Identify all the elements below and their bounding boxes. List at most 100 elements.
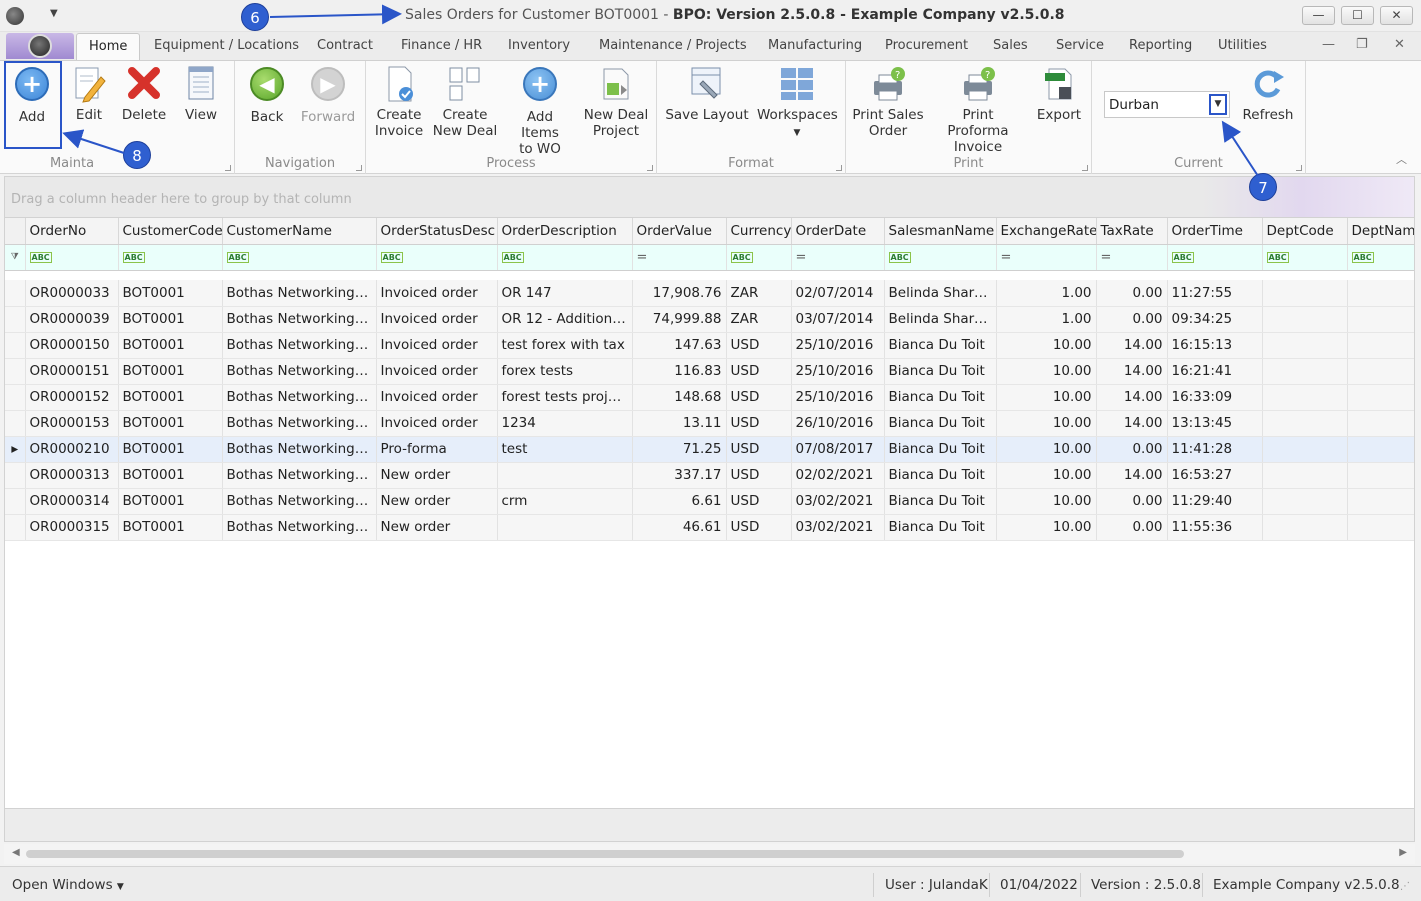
cell-deptname[interactable] [1347, 332, 1414, 359]
row-indicator-icon[interactable]: ▸ [5, 436, 26, 463]
cell-orderstatusdesc[interactable]: New order [376, 488, 498, 515]
cell-salesmanname[interactable]: Bianca Du Toit [884, 514, 997, 541]
cell-orderstatusdesc[interactable]: Invoiced order [376, 358, 498, 385]
cell-taxrate[interactable]: 0.00 [1096, 280, 1168, 307]
scroll-right-icon[interactable]: ▶ [1399, 847, 1407, 858]
column-header-customercode[interactable]: CustomerCode [118, 218, 223, 245]
cell-orderstatusdesc[interactable]: New order [376, 514, 498, 541]
cell-orderdate[interactable]: 02/07/2014 [791, 280, 885, 307]
cell-ordervalue[interactable]: 148.68 [632, 384, 727, 411]
cell-exchangerate[interactable]: 10.00 [996, 514, 1097, 541]
tab-home[interactable]: Home [76, 33, 141, 61]
cell-orderdate[interactable]: 03/02/2021 [791, 488, 885, 515]
cell-currency[interactable]: ZAR [726, 306, 792, 333]
cell-currency[interactable]: USD [726, 488, 792, 515]
cell-customercode[interactable]: BOT0001 [118, 332, 223, 359]
cell-orderdate[interactable]: 02/02/2021 [791, 462, 885, 489]
row-indicator[interactable] [5, 514, 26, 541]
cell-customercode[interactable]: BOT0001 [118, 410, 223, 437]
column-header-orderno[interactable]: OrderNo [25, 218, 119, 245]
row-indicator[interactable] [5, 488, 26, 515]
cell-customercode[interactable]: BOT0001 [118, 280, 223, 307]
cell-ordervalue[interactable]: 71.25 [632, 436, 727, 463]
tab-utilities[interactable]: Utilities [1218, 38, 1267, 53]
cell-orderdate[interactable]: 07/08/2017 [791, 436, 885, 463]
table-row[interactable]: OR0000314 BOT0001 Bothas Networking inc New… [5, 488, 1414, 515]
save-layout-button[interactable]: Save Layout [665, 65, 749, 123]
row-indicator[interactable] [5, 410, 26, 437]
table-row[interactable]: OR0000150 BOT0001 Bothas Networking inc Inv… [5, 332, 1414, 359]
format-launcher-icon[interactable] [836, 165, 842, 171]
back-button[interactable]: ◀ Back [243, 65, 291, 125]
open-windows-button[interactable]: Open Windows ▼ [12, 877, 124, 893]
cell-orderdate[interactable]: 26/10/2016 [791, 410, 885, 437]
column-header-customername[interactable]: CustomerName [222, 218, 377, 245]
table-row[interactable]: OR0000033 BOT0001 Bothas Networking inc Inv… [5, 280, 1414, 307]
cell-exchangerate[interactable]: 10.00 [996, 488, 1097, 515]
cell-orderstatusdesc[interactable]: Invoiced order [376, 306, 498, 333]
cell-orderdate[interactable]: 03/02/2021 [791, 514, 885, 541]
cell-customercode[interactable]: BOT0001 [118, 436, 223, 463]
cell-salesmanname[interactable]: Bianca Du Toit [884, 462, 997, 489]
cell-orderstatusdesc[interactable]: Invoiced order [376, 280, 498, 307]
filter-cell-currency[interactable]: ABC [726, 244, 792, 271]
cell-orderdate[interactable]: 25/10/2016 [791, 384, 885, 411]
cell-exchangerate[interactable]: 10.00 [996, 462, 1097, 489]
mdi-restore-icon[interactable]: ❐ [1356, 37, 1368, 52]
filter-cell-orderstatusdesc[interactable]: ABC [376, 244, 498, 271]
cell-customername[interactable]: Bothas Networking inc [222, 384, 377, 411]
row-indicator[interactable] [5, 384, 26, 411]
cell-customercode[interactable]: BOT0001 [118, 358, 223, 385]
column-header-currency[interactable]: Currency [726, 218, 792, 245]
table-row[interactable]: OR0000039 BOT0001 Bothas Networking inc Inv… [5, 306, 1414, 333]
cell-customername[interactable]: Bothas Networking inc [222, 306, 377, 333]
cell-orderdescription[interactable] [497, 514, 633, 541]
cell-orderno[interactable]: OR0000315 [25, 514, 119, 541]
scrollbar-thumb[interactable] [26, 850, 1184, 858]
cell-deptcode[interactable] [1262, 410, 1348, 437]
cell-ordertime[interactable]: 16:21:41 [1167, 358, 1263, 385]
column-header-orderdescription[interactable]: OrderDescription [497, 218, 633, 245]
cell-orderno[interactable]: OR0000151 [25, 358, 119, 385]
cell-deptname[interactable] [1347, 384, 1414, 411]
filter-cell-deptname[interactable]: ABC [1347, 244, 1414, 271]
column-header-ordervalue[interactable]: OrderValue [632, 218, 727, 245]
navigation-launcher-icon[interactable] [356, 165, 362, 171]
tab-procurement[interactable]: Procurement [885, 38, 968, 53]
cell-taxrate[interactable]: 14.00 [1096, 332, 1168, 359]
cell-ordertime[interactable]: 11:41:28 [1167, 436, 1263, 463]
cell-salesmanname[interactable]: Bianca Du Toit [884, 358, 997, 385]
cell-taxrate[interactable]: 0.00 [1096, 488, 1168, 515]
cell-ordervalue[interactable]: 337.17 [632, 462, 727, 489]
cell-ordervalue[interactable]: 147.63 [632, 332, 727, 359]
table-row[interactable]: OR0000153 BOT0001 Bothas Networking inc Inv… [5, 410, 1414, 437]
cell-salesmanname[interactable]: Belinda Sharman [884, 280, 997, 307]
cell-ordertime[interactable]: 09:34:25 [1167, 306, 1263, 333]
cell-orderdate[interactable]: 03/07/2014 [791, 306, 885, 333]
cell-deptname[interactable] [1347, 280, 1414, 307]
delete-button[interactable]: Delete [120, 65, 168, 123]
horizontal-scrollbar[interactable]: ◀ ▶ [4, 844, 1415, 864]
tab-inventory[interactable]: Inventory [508, 38, 570, 53]
cell-taxrate[interactable]: 0.00 [1096, 306, 1168, 333]
cell-deptcode[interactable] [1262, 358, 1348, 385]
cell-orderstatusdesc[interactable]: Pro-forma [376, 436, 498, 463]
new-deal-project-button[interactable]: New Deal Project [582, 65, 650, 139]
filter-cell-taxrate[interactable]: = [1096, 244, 1168, 271]
tab-manufacturing[interactable]: Manufacturing [768, 38, 862, 53]
cell-orderdescription[interactable] [497, 462, 633, 489]
cell-taxrate[interactable]: 14.00 [1096, 462, 1168, 489]
column-header-salesmanname[interactable]: SalesmanName [884, 218, 997, 245]
cell-customername[interactable]: Bothas Networking inc [222, 358, 377, 385]
current-launcher-icon[interactable] [1296, 165, 1302, 171]
cell-orderno[interactable]: OR0000153 [25, 410, 119, 437]
cell-customercode[interactable]: BOT0001 [118, 514, 223, 541]
cell-orderdescription[interactable]: OR 12 - Additional ... [497, 306, 633, 333]
cell-exchangerate[interactable]: 10.00 [996, 436, 1097, 463]
cell-taxrate[interactable]: 0.00 [1096, 436, 1168, 463]
cell-orderdescription[interactable]: crm [497, 488, 633, 515]
cell-deptname[interactable] [1347, 436, 1414, 463]
column-header-deptname[interactable]: DeptName [1347, 218, 1414, 245]
cell-customername[interactable]: Bothas Networking inc [222, 436, 377, 463]
cell-orderdescription[interactable]: forest tests projec... [497, 384, 633, 411]
